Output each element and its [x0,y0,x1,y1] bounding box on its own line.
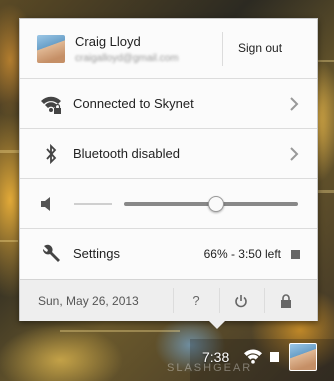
volume-row [20,179,317,229]
user-row: Craig Lloyd craigalloyd@gmail.com Sign o… [20,19,317,79]
bluetooth-icon [46,143,57,165]
power-button[interactable] [221,280,261,321]
footer-bar: Sun, May 26, 2013 ? [20,279,317,321]
settings-label: Settings [73,246,120,261]
volume-muted-track [74,203,112,205]
bluetooth-label: Bluetooth disabled [73,146,180,161]
lock-button[interactable] [266,280,306,321]
wifi-locked-icon [41,96,61,114]
shelf-user-avatar[interactable] [289,343,317,371]
date-label: Sun, May 26, 2013 [38,294,139,308]
battery-icon [291,250,300,259]
help-button[interactable]: ? [176,280,216,321]
speaker-icon[interactable] [38,193,60,215]
system-tray-menu: Craig Lloyd craigalloyd@gmail.com Sign o… [19,18,318,321]
divider [264,288,265,313]
shelf-clock[interactable]: 7:38 [202,349,229,365]
bluetooth-row[interactable]: Bluetooth disabled [20,129,317,179]
shelf-battery-icon[interactable] [270,352,279,362]
divider [222,32,223,66]
chevron-right-icon [290,97,299,111]
wrench-icon [42,244,60,262]
user-email: craigalloyd@gmail.com [75,53,179,64]
divider [219,288,220,313]
shelf-wifi-icon[interactable] [243,347,263,365]
battery-status: 66% - 3:50 left [203,247,281,261]
network-label: Connected to Skynet [73,96,194,111]
power-icon [235,294,247,307]
network-row[interactable]: Connected to Skynet [20,79,317,129]
user-avatar [37,35,65,63]
divider [173,288,174,313]
settings-row[interactable]: Settings 66% - 3:50 left [20,229,317,279]
user-name: Craig Lloyd [75,34,141,49]
chevron-right-icon [290,147,299,161]
volume-slider-thumb[interactable] [208,196,225,212]
lock-icon [281,293,291,308]
menu-pointer [208,320,226,329]
sign-out-button[interactable]: Sign out [238,41,282,55]
